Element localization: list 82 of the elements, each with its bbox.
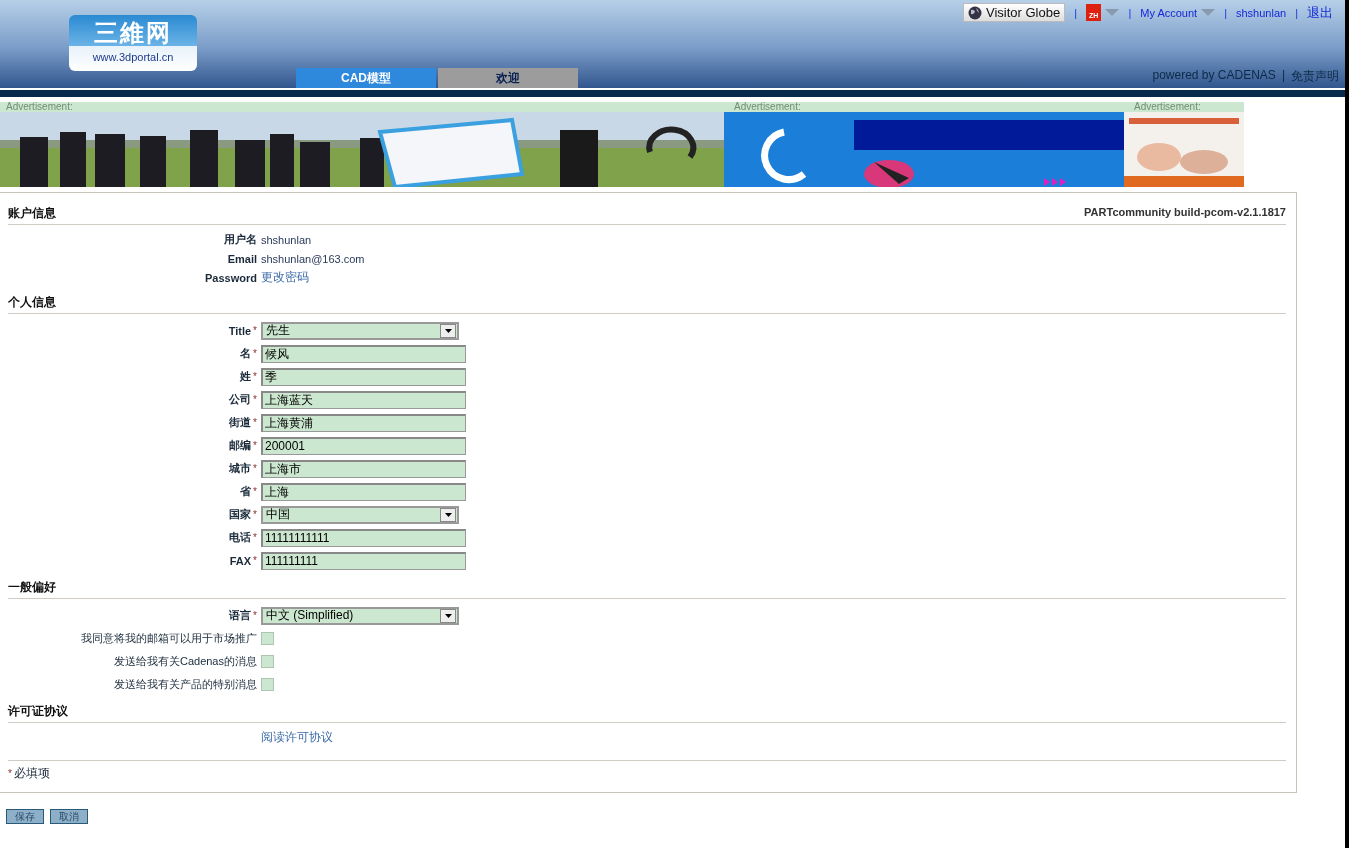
powered-by-text: powered by CADENAS [1152,68,1276,84]
field-label: 城市 [229,461,252,476]
field-value: shshunlan [261,233,312,246]
required-mark: * [253,509,257,520]
field-label: 省 [240,484,252,499]
checkbox[interactable] [261,632,274,645]
separator: | [1074,6,1078,19]
section-title: 许可证协议 [8,704,68,718]
required-mark: * [253,555,257,566]
required-mark: * [253,610,257,621]
separator: | [1281,68,1285,84]
nav-tab[interactable]: 欢迎 [438,68,578,88]
required-mark: * [253,371,257,382]
field-label: 名 [240,346,252,361]
caret-icon [444,328,452,333]
field-label: Title [228,324,252,337]
advertisement-label: Advertisement: [734,101,801,112]
caret-icon[interactable] [1105,8,1120,17]
field-label: 发送给我有关产品的特别消息 [114,677,257,692]
required-mark: * [253,417,257,428]
field-label: 电话 [229,530,252,545]
logo-url: www.3dportal.cn [92,51,174,63]
input-field[interactable]: 200001 [261,436,466,455]
required-mark: * [253,348,257,359]
logo-title: 三維网 [94,18,172,48]
separator: | [1224,6,1227,19]
required-mark: * [253,486,257,497]
field-label: 语言 [229,608,252,623]
required-note: 必填项 [13,765,50,782]
input-field[interactable]: 季 [261,367,466,386]
field-label: Password [205,271,257,284]
separator: | [1128,6,1132,19]
field-label: 邮编 [229,438,252,453]
field-label: 我同意将我的邮箱可以用于市场推广 [81,631,257,646]
build-version: PARTcommunity build-pcom-v2.1.1817 [1084,206,1286,218]
required-mark: * [253,440,257,451]
field-label: 发送给我有关Cadenas的消息 [113,654,257,669]
separator: | [1295,6,1298,19]
required-mark: * [253,463,257,474]
input-field[interactable]: 候风 [261,344,466,363]
text-link[interactable]: 阅读许可协议 [261,729,333,746]
section-title: 个人信息 [8,295,56,309]
input-field[interactable]: 上海市 [261,459,466,478]
form-button[interactable]: 取消 [50,809,88,824]
field-label: 国家 [229,507,252,522]
header-link[interactable]: 退出 [1307,3,1333,22]
text-link[interactable]: 更改密码 [261,269,309,286]
advertisement-label: Advertisement: [6,101,73,112]
field-label: Email [227,252,257,265]
input-field[interactable]: 上海黄浦 [261,413,466,432]
required-mark: * [253,532,257,543]
field-label: 公司 [229,392,252,407]
logo[interactable]: 三維网 www.3dportal.cn [69,15,197,71]
field-label: 用户名 [224,232,257,247]
account-menu-link[interactable]: My Account [1140,6,1198,19]
field-label: FAX [229,554,252,567]
required-mark: * [253,325,257,336]
required-mark: * [253,394,257,405]
visitor-globe-button[interactable]: Visitor Globe [963,3,1066,22]
field-value: shshunlan@163.com [261,252,365,265]
header-link[interactable]: shshunlan [1236,6,1287,19]
input-field[interactable]: 11111111111 [261,528,466,547]
checkbox[interactable] [261,655,274,668]
globe-icon [968,5,982,20]
form-button[interactable]: 保存 [6,809,44,824]
caret-icon [444,613,452,618]
section-title: 一般偏好 [8,580,56,594]
caret-icon[interactable] [1201,8,1216,17]
select-dropdown[interactable]: 中文 (Simplified) [261,606,459,625]
select-dropdown[interactable]: 先生 [261,321,459,340]
section-title: 账户信息 [8,206,56,220]
input-field[interactable]: 上海蓝天 [261,390,466,409]
input-field[interactable]: 上海 [261,482,466,501]
caret-icon [444,512,452,517]
select-dropdown[interactable]: 中国 [261,505,459,524]
advertisement-label: Advertisement: [1134,101,1201,112]
field-label: 街道 [229,415,252,430]
field-label: 姓 [240,369,252,384]
required-mark: * [8,768,12,779]
checkbox[interactable] [261,678,274,691]
nav-tab[interactable]: CAD模型 [296,68,436,88]
input-field[interactable]: 111111111 [261,551,466,570]
